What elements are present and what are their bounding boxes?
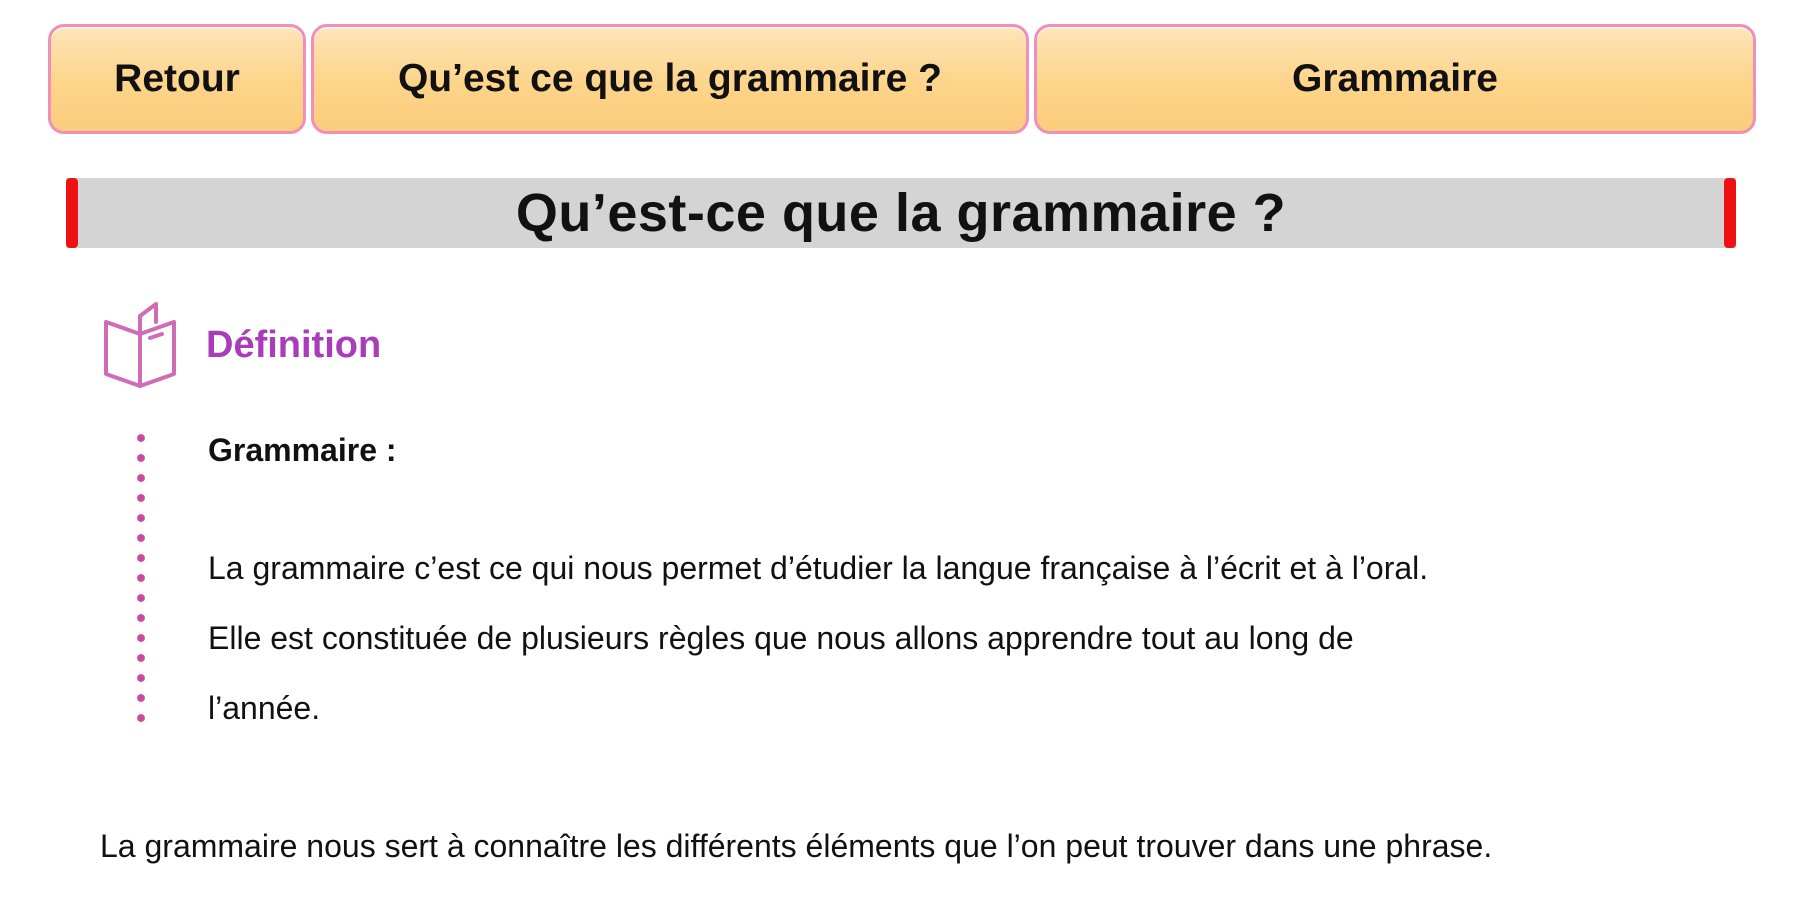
definition-header: Définition: [100, 300, 381, 390]
definition-term: Grammaire :: [208, 432, 397, 468]
definition-line: l’année.: [208, 690, 321, 726]
body-paragraph: La grammaire nous sert à connaître les d…: [100, 828, 1493, 864]
title-right-accent: [1724, 178, 1736, 248]
definition-line: Elle est constituée de plusieurs règles …: [208, 620, 1354, 656]
back-button[interactable]: Retour: [48, 24, 306, 134]
top-navigation: Retour Qu’est ce que la grammaire ? Gram…: [48, 24, 1756, 134]
title-left-accent: [66, 178, 78, 248]
open-book-icon: [104, 302, 176, 388]
lesson-button[interactable]: Qu’est ce que la grammaire ?: [311, 24, 1029, 134]
category-button[interactable]: Grammaire: [1034, 24, 1756, 134]
page-title: Qu’est-ce que la grammaire ?: [515, 183, 1287, 243]
page-title-bar: Qu’est-ce que la grammaire ?: [66, 178, 1736, 248]
definition-line: La grammaire c’est ce qui nous permet d’…: [208, 550, 1429, 586]
definition-heading: Définition: [206, 323, 382, 366]
dotted-divider: [136, 428, 146, 733]
